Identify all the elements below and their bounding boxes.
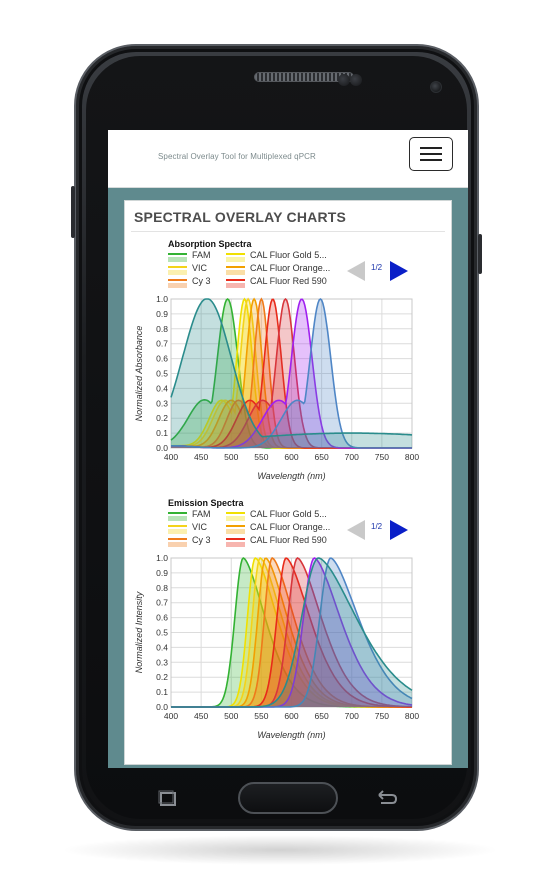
x-tick-label: 550 (254, 711, 268, 721)
navbar: Spectral Overlay Tool for Multiplexed qP… (108, 130, 468, 188)
emission-plot: 400 450 500 550 600 650 700 750 800 0.0 0.1 0.2 0.3 0… (134, 553, 419, 740)
legend-swatch (168, 512, 187, 521)
chart-title: Emission Spectra (168, 498, 244, 508)
emission-chart: Emission Spectra FAM CAL Fluor Gold 5... V… (133, 498, 445, 756)
brand-title[interactable]: Spectral Overlay Tool for Multiplexed qP… (158, 152, 316, 161)
y-axis-label: Normalized Absorbance (134, 326, 144, 422)
y-tick-label: 0.8 (156, 324, 168, 334)
y-tick-label: 0.0 (156, 702, 168, 712)
x-tick-label: 750 (375, 452, 389, 462)
chart-title: Absorption Spectra (168, 239, 252, 249)
card-title: SPECTRAL OVERLAY CHARTS (134, 209, 347, 225)
x-axis-label: Wavelength (nm) (257, 730, 325, 740)
spectral-card: SPECTRAL OVERLAY CHARTS Absorption Spect… (124, 200, 452, 765)
y-tick-label: 1.0 (156, 294, 168, 304)
phone-bezel: Spectral Overlay Tool for Multiplexed qP… (86, 56, 468, 819)
y-tick-label: 1.0 (156, 553, 168, 563)
y-tick-label: 0.3 (156, 657, 168, 667)
recent-apps-icon[interactable] (156, 790, 180, 808)
x-tick-label: 650 (315, 452, 329, 462)
y-tick-label: 0.0 (156, 443, 168, 453)
x-tick-label: 450 (194, 452, 208, 462)
x-axis-label: Wavelength (nm) (257, 471, 325, 481)
y-tick-label: 0.7 (156, 339, 168, 349)
phone-frame: Spectral Overlay Tool for Multiplexed qP… (71, 44, 482, 831)
y-tick-label: 0.5 (156, 628, 168, 638)
y-tick-label: 0.4 (156, 383, 168, 393)
card-divider (131, 231, 445, 232)
absorption-plot: 400 450 500 550 600 650 700 750 800 0.0 0.1 0.2 0.3 0… (134, 294, 419, 481)
x-tick-label: 400 (164, 711, 178, 721)
x-tick-label: 700 (345, 452, 359, 462)
x-tick-label: 600 (284, 452, 298, 462)
x-tick-label: 500 (224, 711, 238, 721)
y-tick-label: 0.2 (156, 413, 168, 423)
y-tick-label: 0.3 (156, 398, 168, 408)
x-tick-label: 400 (164, 452, 178, 462)
legend-swatch (226, 512, 245, 521)
y-axis-label: Normalized Intensity (134, 591, 144, 673)
screen: Spectral Overlay Tool for Multiplexed qP… (108, 130, 468, 768)
y-tick-label: 0.9 (156, 568, 168, 578)
x-tick-label: 550 (254, 452, 268, 462)
y-tick-label: 0.8 (156, 583, 168, 593)
y-tick-label: 0.1 (156, 428, 168, 438)
phone-shadow (60, 835, 500, 865)
y-tick-label: 0.4 (156, 642, 168, 652)
proximity-sensor (338, 74, 350, 86)
x-tick-label: 800 (405, 452, 419, 462)
y-tick-label: 0.5 (156, 369, 168, 379)
y-tick-label: 0.6 (156, 354, 168, 364)
x-tick-label: 800 (405, 711, 419, 721)
home-button[interactable] (238, 782, 338, 814)
x-tick-label: 750 (375, 711, 389, 721)
y-tick-label: 0.1 (156, 687, 168, 697)
hamburger-menu-icon (420, 147, 442, 149)
hamburger-menu-button[interactable] (409, 137, 453, 171)
y-tick-label: 0.2 (156, 672, 168, 682)
hamburger-menu-icon (420, 159, 442, 161)
legend-swatch (168, 253, 187, 262)
legend-swatch (226, 253, 245, 262)
y-tick-label: 0.9 (156, 309, 168, 319)
hamburger-menu-icon (420, 153, 442, 155)
x-tick-label: 700 (345, 711, 359, 721)
x-tick-label: 450 (194, 711, 208, 721)
volume-button (71, 186, 75, 238)
back-icon[interactable] (372, 790, 398, 808)
x-tick-label: 500 (224, 452, 238, 462)
x-tick-label: 600 (284, 711, 298, 721)
light-sensor (350, 74, 362, 86)
y-tick-label: 0.7 (156, 598, 168, 608)
power-button (478, 234, 482, 274)
absorption-chart: Absorption Spectra FAM CAL Fluor Gold 5..… (133, 239, 445, 497)
x-tick-label: 650 (315, 711, 329, 721)
front-camera (430, 81, 442, 93)
y-tick-label: 0.6 (156, 613, 168, 623)
